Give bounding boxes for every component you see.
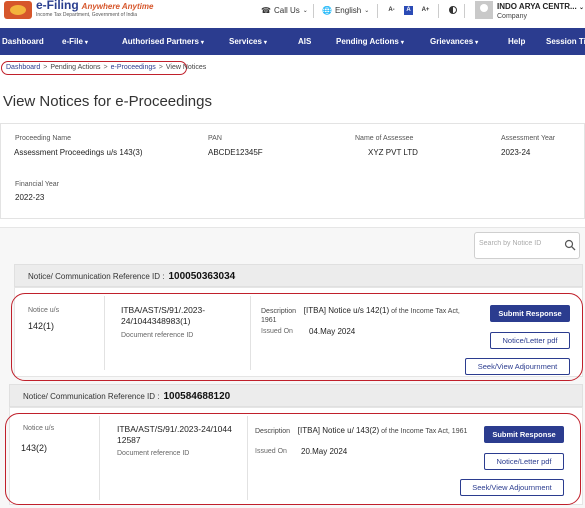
financial-year-value: 2022-23: [15, 193, 45, 202]
submit-response-button[interactable]: Submit Response: [484, 426, 564, 443]
font-normal-button[interactable]: A: [404, 6, 413, 15]
language-selector[interactable]: 🌐 English ⌄: [322, 6, 369, 15]
call-us-menu[interactable]: ☎ Call Us ⌄: [261, 6, 308, 15]
breadcrumb-dashboard[interactable]: Dashboard: [6, 64, 40, 71]
issued-on-value: 04.May 2024: [309, 327, 356, 336]
notice-reference-id: 100050363034: [168, 271, 236, 282]
notice-us-label: Notice u/s: [23, 425, 55, 432]
chevron-down-icon: ⌄: [578, 5, 584, 11]
logo-title: e-Filing Anywhere Anytime: [36, 0, 154, 12]
chevron-down-icon: ▾: [263, 40, 267, 46]
pan-value: ABCDE12345F: [208, 148, 263, 157]
proceeding-name-value: Assessment Proceedings u/s 143(3): [14, 148, 143, 157]
notice-description: Description [ITBA] Notice u/s 142(1) of …: [261, 306, 460, 324]
assessment-year-value: 2023-24: [501, 148, 531, 157]
document-reference-value: ITBA/AST/S/91/.2023-24/1044348983(1): [121, 305, 206, 326]
pan-label: PAN: [208, 135, 222, 142]
user-role: Company: [497, 13, 527, 20]
top-bar: e-Filing Anywhere Anytime Income Tax Depa…: [0, 0, 585, 28]
nav-pending-actions[interactable]: Pending Actions ▾: [336, 37, 404, 46]
phone-icon: ☎: [261, 6, 271, 15]
nav-services[interactable]: Services ▾: [229, 37, 267, 46]
logo-subtitle: Income Tax Department, Government of Ind…: [36, 12, 138, 18]
font-increase-button[interactable]: A+: [421, 6, 430, 15]
chevron-down-icon: ⌄: [302, 8, 308, 14]
proceeding-info-panel: Proceeding Name Assessment Proceedings u…: [0, 123, 585, 219]
notice-card: Notice u/s 142(1) ITBA/AST/S/91/.2023-24…: [14, 287, 583, 377]
breadcrumb-pending-actions[interactable]: Pending Actions: [50, 64, 100, 71]
emblem-icon: [4, 1, 32, 19]
assessee-label: Name of Assessee: [355, 135, 414, 142]
page-title: View Notices for e-Proceedings: [3, 93, 212, 110]
document-reference-label: Document reference ID: [117, 450, 190, 457]
search-icon[interactable]: [564, 239, 576, 251]
user-name[interactable]: INDO ARYA CENTR... ⌄: [497, 2, 584, 11]
assessment-year-label: Assessment Year: [501, 135, 556, 142]
main-nav: Dashboard e-File ▾ Authorised Partners ▾ S…: [0, 28, 585, 55]
breadcrumb: Dashboard > Pending Actions > e-Proceedings >…: [1, 61, 206, 75]
document-reference-value: ITBA/AST/S/91/.2023-24/1044 12587: [117, 424, 232, 445]
chevron-down-icon: ▾: [400, 40, 404, 46]
notice-letter-pdf-button[interactable]: Notice/Letter pdf: [484, 453, 564, 470]
contrast-toggle[interactable]: [449, 6, 457, 14]
chevron-down-icon: ▾: [84, 40, 88, 46]
nav-grievances[interactable]: Grievances ▾: [430, 37, 478, 46]
notice-description: Description [ITBA] Notice u/ 143(2) of t…: [255, 426, 468, 435]
submit-response-button[interactable]: Submit Response: [490, 305, 570, 322]
globe-icon: 🌐: [322, 6, 332, 15]
contrast-icon: [449, 6, 457, 14]
nav-session-time: Session Time: [546, 37, 585, 46]
avatar[interactable]: [475, 1, 493, 19]
notice-us-value: 142(1): [28, 321, 55, 331]
efiling-logo[interactable]: e-Filing Anywhere Anytime Income Tax Depa…: [2, 0, 153, 22]
notice-header: Notice/ Communication Reference ID :1005…: [9, 384, 583, 407]
issued-on-label: Issued On: [261, 328, 293, 335]
breadcrumb-eproceedings[interactable]: e-Proceedings: [111, 64, 156, 71]
seek-adjournment-button[interactable]: Seek/View Adjournment: [460, 479, 564, 496]
font-decrease-button[interactable]: A-: [387, 6, 396, 15]
proceeding-name-label: Proceeding Name: [15, 135, 72, 142]
issued-on-label: Issued On: [255, 448, 287, 455]
chevron-down-icon: ▾: [475, 40, 479, 46]
notice-search-input[interactable]: [479, 240, 559, 247]
notice-us-label: Notice u/s: [28, 307, 60, 314]
seek-adjournment-button[interactable]: Seek/View Adjournment: [465, 358, 570, 375]
nav-dashboard[interactable]: Dashboard: [2, 37, 44, 46]
financial-year-label: Financial Year: [15, 181, 59, 188]
nav-authorised-partners[interactable]: Authorised Partners ▾: [122, 37, 204, 46]
notice-us-value: 143(2): [21, 443, 48, 453]
document-reference-label: Document reference ID: [121, 332, 194, 339]
notice-header: Notice/ Communication Reference ID :1000…: [14, 264, 583, 287]
nav-efile[interactable]: e-File ▾: [62, 37, 88, 46]
notice-reference-id: 100584688120: [163, 391, 231, 402]
notice-letter-pdf-button[interactable]: Notice/Letter pdf: [490, 332, 570, 349]
breadcrumb-view-notices: View Notices: [165, 64, 207, 71]
notice-card: Notice u/s 143(2) ITBA/AST/S/91/.2023-24…: [9, 407, 583, 505]
nav-help[interactable]: Help: [508, 37, 525, 46]
issued-on-value: 20.May 2024: [301, 447, 348, 456]
chevron-down-icon: ⌄: [364, 8, 370, 14]
notice-search-box: [474, 232, 580, 259]
chevron-down-icon: ▾: [200, 40, 204, 46]
nav-ais[interactable]: AIS: [298, 37, 311, 46]
assessee-value: XYZ PVT LTD: [368, 148, 418, 157]
